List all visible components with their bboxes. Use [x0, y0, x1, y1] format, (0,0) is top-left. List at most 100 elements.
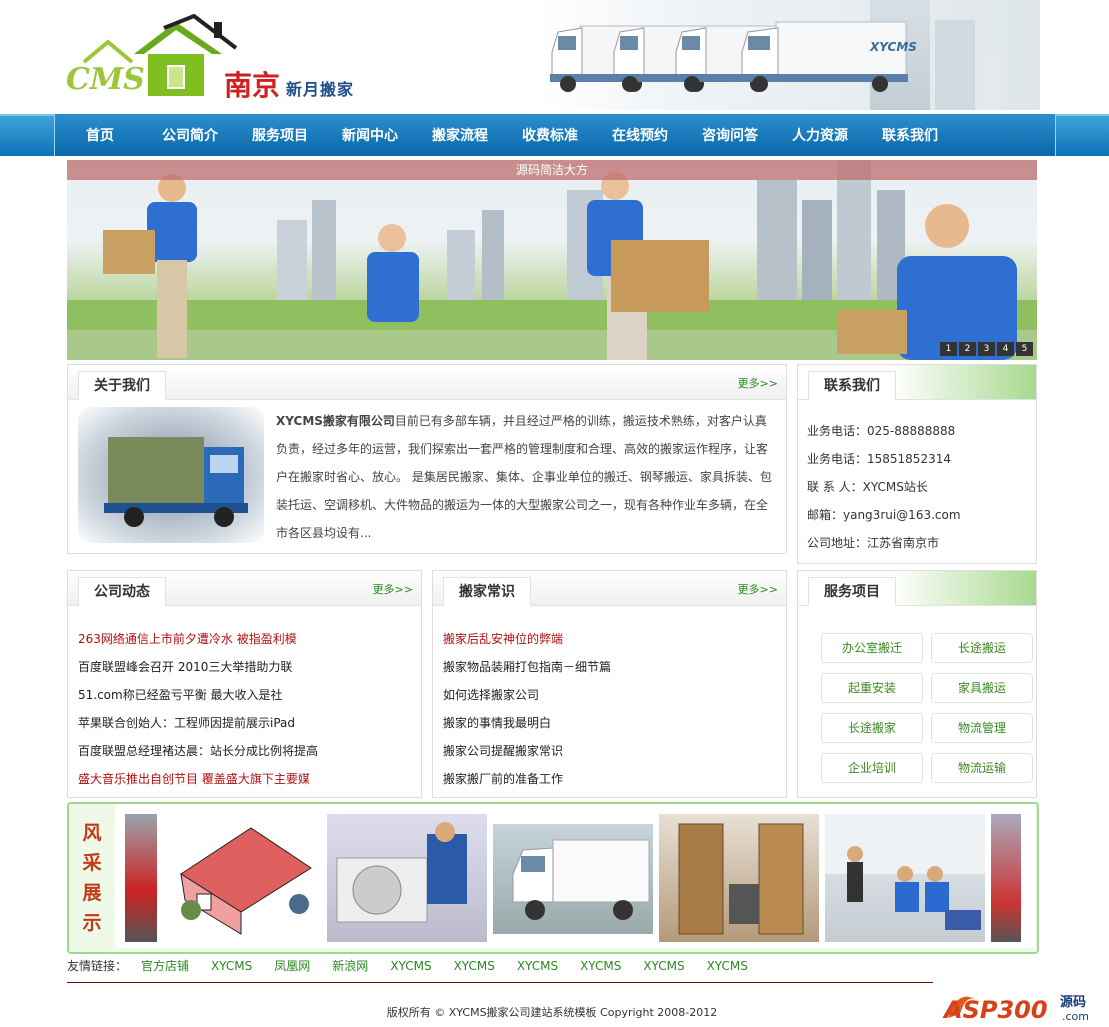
svg-text:源码: 源码: [1060, 994, 1086, 1010]
gallery-track: [115, 804, 1035, 948]
watermark-text: ASP300: [942, 996, 1048, 1024]
header: CMS 南京 新月搬家 XYCMS: [0, 0, 1109, 112]
contact-title: 联系我们: [808, 371, 896, 400]
main-nav: 首页 公司简介 服务项目 新闻中心 搬家流程 收费标准 在线预约 咨询问答 人力…: [54, 114, 1056, 156]
slide-pager: 1 2 3 4 5: [940, 342, 1033, 356]
tips-item[interactable]: 搬家搬厂前的准备工作: [443, 765, 611, 793]
contact-phone-2: 业务电话：15851852314: [807, 452, 951, 466]
services-title: 服务项目: [808, 577, 896, 606]
service-office-move[interactable]: 办公室搬迁: [821, 633, 923, 663]
gallery-title-char: 采: [82, 852, 102, 874]
gallery-title-char: 展: [82, 882, 102, 904]
watermark-logo: ASP300 源码 .com: [938, 984, 1102, 1024]
gallery-photo[interactable]: [991, 814, 1021, 942]
gallery-photo-office-team[interactable]: [825, 814, 985, 942]
tips-item[interactable]: 搬家的事情我最明白: [443, 709, 611, 737]
tips-item[interactable]: 搬家公司提醒搬家常识: [443, 737, 611, 765]
friend-link[interactable]: XYCMS: [211, 959, 252, 973]
slide-dot[interactable]: 3: [978, 342, 995, 356]
nav-item-jobs[interactable]: 人力资源: [775, 125, 865, 145]
service-long-haul[interactable]: 长途搬运: [931, 633, 1033, 663]
news-more-link[interactable]: 更多>>: [373, 581, 413, 597]
news-item[interactable]: 百度联盟总经理褚达晨：站长分成比例将提高: [78, 737, 318, 765]
tips-title: 搬家常识: [443, 577, 531, 606]
gallery-photo[interactable]: [125, 814, 157, 942]
about-text: 目前已有多部车辆，并且经过严格的训练，搬运技术熟练，对客户认真负责，经过多年的运…: [276, 414, 772, 540]
header-truck-image: XYCMS: [540, 0, 1040, 110]
contact-address: 公司地址：江苏省南京市: [807, 536, 940, 550]
gallery-title-char: 风: [82, 822, 102, 844]
nav-item-faq[interactable]: 咨询问答: [685, 125, 775, 145]
tips-panel-header: 搬家常识 更多>>: [433, 571, 786, 606]
nav-item-about[interactable]: 公司简介: [145, 125, 235, 145]
contact-panel: 联系我们 业务电话：025-88888888 业务电话：15851852314 …: [797, 364, 1037, 564]
service-furniture[interactable]: 家具搬运: [931, 673, 1033, 703]
about-title: 关于我们: [78, 371, 166, 400]
gallery-photo-furniture[interactable]: [659, 814, 819, 942]
about-company-name: XYCMS搬家有限公司: [276, 414, 395, 428]
friend-link[interactable]: 新浪网: [332, 959, 368, 973]
service-training[interactable]: 企业培训: [821, 753, 923, 783]
service-logistics-transport[interactable]: 物流运输: [931, 753, 1033, 783]
tips-more-link[interactable]: 更多>>: [738, 581, 778, 597]
services-panel: 服务项目 办公室搬迁 长途搬运 起重安装 家具搬运 长途搬家 物流管理 企业培训…: [797, 570, 1037, 798]
about-more-link[interactable]: 更多>>: [738, 375, 778, 391]
slide-dot[interactable]: 2: [959, 342, 976, 356]
gallery-title: 风 采 展 示: [79, 818, 105, 938]
nav-item-contact[interactable]: 联系我们: [865, 125, 955, 145]
about-text-block: XYCMS搬家有限公司目前已有多部车辆，并且经过严格的训练，搬运技术熟练，对客户…: [276, 407, 776, 547]
friend-link[interactable]: 凤凰网: [274, 959, 310, 973]
news-item[interactable]: 263网络通信上市前夕遭冷水 被指盈利模: [78, 625, 318, 653]
service-logistics-mgmt[interactable]: 物流管理: [931, 713, 1033, 743]
contact-person: 联 系 人：XYCMS站长: [807, 480, 928, 494]
nav-item-services[interactable]: 服务项目: [235, 125, 325, 145]
logo-sub-text: 新月搬家: [286, 80, 355, 99]
news-title: 公司动态: [78, 577, 166, 606]
news-item[interactable]: 百度联盟峰会召开 2010三大举措助力联: [78, 653, 318, 681]
contact-phone-1: 业务电话：025-88888888: [807, 424, 956, 438]
banner-caption: 源码简洁大方: [67, 160, 1037, 180]
slide-dot[interactable]: 1: [940, 342, 957, 356]
gallery-photo-aircon[interactable]: [327, 814, 487, 942]
slide-dot[interactable]: 5: [1016, 342, 1033, 356]
friend-link[interactable]: 官方店铺: [141, 959, 189, 973]
service-long-distance-move[interactable]: 长途搬家: [821, 713, 923, 743]
site-logo[interactable]: CMS 南京 新月搬家: [64, 13, 384, 104]
logo-cms-text: CMS: [66, 62, 145, 97]
tips-item[interactable]: 如何选择搬家公司: [443, 681, 611, 709]
about-panel-header: 关于我们 更多>>: [68, 365, 786, 400]
truck-brand-text: XYCMS: [870, 40, 917, 54]
about-truck-photo: [78, 407, 264, 543]
news-panel-header: 公司动态 更多>>: [68, 571, 421, 606]
friend-link[interactable]: XYCMS: [643, 959, 684, 973]
tips-item[interactable]: 搬家后乱安神位的弊端: [443, 625, 611, 653]
about-panel: 关于我们 更多>> XYCMS搬家有限公司目前已有多部车辆，并且经过严格的训练，…: [67, 364, 787, 554]
svg-text:.com: .com: [1062, 1010, 1089, 1023]
news-item[interactable]: 盛大音乐推出自创节目 覆盖盛大旗下主要媒: [78, 765, 318, 793]
service-lifting[interactable]: 起重安装: [821, 673, 923, 703]
slide-dot[interactable]: 4: [997, 342, 1014, 356]
news-item[interactable]: 苹果联合创始人：工程师因提前展示iPad: [78, 709, 318, 737]
nav-item-home[interactable]: 首页: [55, 125, 145, 145]
gallery-photo-house-cartoon[interactable]: [161, 814, 321, 942]
gallery-photo-truck[interactable]: [493, 824, 653, 934]
news-item[interactable]: 51.com称已经盈亏平衡 最大收入是社: [78, 681, 318, 709]
friend-link[interactable]: XYCMS: [390, 959, 431, 973]
banner-slideshow[interactable]: 源码简洁大方 1 2 3 4 5: [67, 160, 1037, 360]
contact-email: 邮箱：yang3rui@163.com: [807, 508, 961, 522]
tips-panel: 搬家常识 更多>> 搬家后乱安神位的弊端 搬家物品装厢打包指南－细节篇 如何选择…: [432, 570, 787, 798]
tips-item[interactable]: 搬家物品装厢打包指南－细节篇: [443, 653, 611, 681]
friend-links: 友情链接： 官方店铺 XYCMS 凤凰网 新浪网 XYCMS XYCMS XYCMS XYCMS…: [67, 957, 1037, 977]
copyright-text: 版权所有 © XYCMS搬家公司建站系统模板 Copyright 2008-20…: [386, 1006, 718, 1019]
friend-link[interactable]: XYCMS: [517, 959, 558, 973]
friend-link[interactable]: XYCMS: [454, 959, 495, 973]
nav-item-booking[interactable]: 在线预约: [595, 125, 685, 145]
truck-icon: [740, 21, 908, 92]
nav-item-news[interactable]: 新闻中心: [325, 125, 415, 145]
nav-item-process[interactable]: 搬家流程: [415, 125, 505, 145]
nav-item-pricing[interactable]: 收费标准: [505, 125, 595, 145]
friend-link[interactable]: XYCMS: [707, 959, 748, 973]
gallery-strip: 风 采 展 示: [67, 802, 1039, 954]
banner-image: [67, 160, 1037, 360]
friend-link[interactable]: XYCMS: [580, 959, 621, 973]
